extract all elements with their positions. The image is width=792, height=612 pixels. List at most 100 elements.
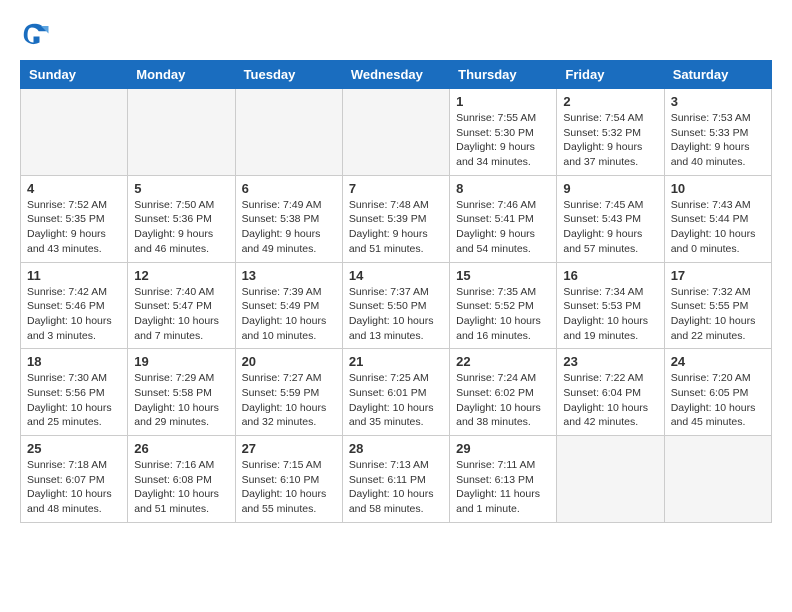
calendar-cell: 16Sunrise: 7:34 AM Sunset: 5:53 PM Dayli… — [557, 262, 664, 349]
day-info: Sunrise: 7:25 AM Sunset: 6:01 PM Dayligh… — [349, 371, 443, 430]
calendar-cell: 7Sunrise: 7:48 AM Sunset: 5:39 PM Daylig… — [342, 175, 449, 262]
day-number: 6 — [242, 181, 336, 196]
day-info: Sunrise: 7:35 AM Sunset: 5:52 PM Dayligh… — [456, 285, 550, 344]
calendar-cell: 14Sunrise: 7:37 AM Sunset: 5:50 PM Dayli… — [342, 262, 449, 349]
calendar-cell: 20 Sunrise: 7:27 AM Sunset: 5:59 PM Dayli… — [235, 349, 342, 436]
header-saturday: Saturday — [664, 61, 771, 89]
calendar-cell: 5Sunrise: 7:50 AM Sunset: 5:36 PM Daylig… — [128, 175, 235, 262]
calendar-cell: 22 Sunrise: 7:24 AM Sunset: 6:02 PM Dayli… — [450, 349, 557, 436]
day-number: 8 — [456, 181, 550, 196]
day-info: Sunrise: 7:42 AM Sunset: 5:46 PM Dayligh… — [27, 285, 121, 344]
day-number: 21 — [349, 354, 443, 369]
day-number: 29 — [456, 441, 550, 456]
calendar-header-row: SundayMondayTuesdayWednesdayThursdayFrid… — [21, 61, 772, 89]
logo-icon — [20, 20, 50, 50]
day-info: Sunrise: 7:18 AM Sunset: 6:07 PM Dayligh… — [27, 458, 121, 517]
day-info: Sunrise: 7:15 AM Sunset: 6:10 PM Dayligh… — [242, 458, 336, 517]
day-number: 7 — [349, 181, 443, 196]
calendar-cell: 6 Sunrise: 7:49 AM Sunset: 5:38 PM Daylig… — [235, 175, 342, 262]
day-info: Sunrise: 7:39 AM Sunset: 5:49 PM Dayligh… — [242, 285, 336, 344]
calendar-cell: 18 Sunrise: 7:30 AM Sunset: 5:56 PM Dayli… — [21, 349, 128, 436]
header-tuesday: Tuesday — [235, 61, 342, 89]
calendar-cell: 17 Sunrise: 7:32 AM Sunset: 5:55 PM Dayli… — [664, 262, 771, 349]
header-wednesday: Wednesday — [342, 61, 449, 89]
day-number: 5 — [134, 181, 228, 196]
calendar-cell: 11Sunrise: 7:42 AM Sunset: 5:46 PM Dayli… — [21, 262, 128, 349]
day-info: Sunrise: 7:24 AM Sunset: 6:02 PM Dayligh… — [456, 371, 550, 430]
day-info: Sunrise: 7:37 AM Sunset: 5:50 PM Dayligh… — [349, 285, 443, 344]
calendar-cell: 29 Sunrise: 7:11 AM Sunset: 6:13 PM Dayli… — [450, 436, 557, 523]
day-info: Sunrise: 7:34 AM Sunset: 5:53 PM Dayligh… — [563, 285, 657, 344]
day-number: 20 — [242, 354, 336, 369]
day-number: 2 — [563, 94, 657, 109]
calendar-cell: 2 Sunrise: 7:54 AM Sunset: 5:32 PM Daylig… — [557, 89, 664, 176]
calendar-cell: 21 Sunrise: 7:25 AM Sunset: 6:01 PM Dayli… — [342, 349, 449, 436]
calendar-week-1: 1 Sunrise: 7:55 AM Sunset: 5:30 PM Daylig… — [21, 89, 772, 176]
day-number: 17 — [671, 268, 765, 283]
day-info: Sunrise: 7:54 AM Sunset: 5:32 PM Dayligh… — [563, 111, 657, 170]
calendar-cell: 15 Sunrise: 7:35 AM Sunset: 5:52 PM Dayli… — [450, 262, 557, 349]
day-number: 12 — [134, 268, 228, 283]
day-number: 4 — [27, 181, 121, 196]
day-info: Sunrise: 7:16 AM Sunset: 6:08 PM Dayligh… — [134, 458, 228, 517]
calendar-cell — [21, 89, 128, 176]
calendar-cell: 3 Sunrise: 7:53 AM Sunset: 5:33 PM Daylig… — [664, 89, 771, 176]
header-friday: Friday — [557, 61, 664, 89]
day-number: 22 — [456, 354, 550, 369]
day-number: 27 — [242, 441, 336, 456]
day-info: Sunrise: 7:29 AM Sunset: 5:58 PM Dayligh… — [134, 371, 228, 430]
day-number: 24 — [671, 354, 765, 369]
calendar-cell: 27 Sunrise: 7:15 AM Sunset: 6:10 PM Dayli… — [235, 436, 342, 523]
day-info: Sunrise: 7:52 AM Sunset: 5:35 PM Dayligh… — [27, 198, 121, 257]
page-header — [20, 20, 772, 50]
day-info: Sunrise: 7:40 AM Sunset: 5:47 PM Dayligh… — [134, 285, 228, 344]
day-info: Sunrise: 7:22 AM Sunset: 6:04 PM Dayligh… — [563, 371, 657, 430]
day-info: Sunrise: 7:32 AM Sunset: 5:55 PM Dayligh… — [671, 285, 765, 344]
calendar-table: SundayMondayTuesdayWednesdayThursdayFrid… — [20, 60, 772, 523]
calendar-cell: 8 Sunrise: 7:46 AM Sunset: 5:41 PM Daylig… — [450, 175, 557, 262]
day-info: Sunrise: 7:55 AM Sunset: 5:30 PM Dayligh… — [456, 111, 550, 170]
day-info: Sunrise: 7:11 AM Sunset: 6:13 PM Dayligh… — [456, 458, 550, 517]
day-info: Sunrise: 7:27 AM Sunset: 5:59 PM Dayligh… — [242, 371, 336, 430]
day-info: Sunrise: 7:45 AM Sunset: 5:43 PM Dayligh… — [563, 198, 657, 257]
calendar-cell: 4 Sunrise: 7:52 AM Sunset: 5:35 PM Daylig… — [21, 175, 128, 262]
calendar-cell: 28 Sunrise: 7:13 AM Sunset: 6:11 PM Dayli… — [342, 436, 449, 523]
day-info: Sunrise: 7:53 AM Sunset: 5:33 PM Dayligh… — [671, 111, 765, 170]
day-info: Sunrise: 7:30 AM Sunset: 5:56 PM Dayligh… — [27, 371, 121, 430]
calendar-cell: 1 Sunrise: 7:55 AM Sunset: 5:30 PM Daylig… — [450, 89, 557, 176]
day-info: Sunrise: 7:20 AM Sunset: 6:05 PM Dayligh… — [671, 371, 765, 430]
calendar-cell — [664, 436, 771, 523]
calendar-week-5: 25 Sunrise: 7:18 AM Sunset: 6:07 PM Dayli… — [21, 436, 772, 523]
calendar-cell: 24 Sunrise: 7:20 AM Sunset: 6:05 PM Dayli… — [664, 349, 771, 436]
day-number: 9 — [563, 181, 657, 196]
calendar-week-2: 4 Sunrise: 7:52 AM Sunset: 5:35 PM Daylig… — [21, 175, 772, 262]
calendar-cell — [128, 89, 235, 176]
calendar-cell: 19 Sunrise: 7:29 AM Sunset: 5:58 PM Dayli… — [128, 349, 235, 436]
day-info: Sunrise: 7:43 AM Sunset: 5:44 PM Dayligh… — [671, 198, 765, 257]
day-number: 26 — [134, 441, 228, 456]
calendar-cell: 10 Sunrise: 7:43 AM Sunset: 5:44 PM Dayli… — [664, 175, 771, 262]
calendar-cell: 23Sunrise: 7:22 AM Sunset: 6:04 PM Dayli… — [557, 349, 664, 436]
day-info: Sunrise: 7:46 AM Sunset: 5:41 PM Dayligh… — [456, 198, 550, 257]
calendar-cell — [235, 89, 342, 176]
calendar-cell: 26 Sunrise: 7:16 AM Sunset: 6:08 PM Dayli… — [128, 436, 235, 523]
day-info: Sunrise: 7:49 AM Sunset: 5:38 PM Dayligh… — [242, 198, 336, 257]
day-number: 25 — [27, 441, 121, 456]
calendar-cell — [342, 89, 449, 176]
calendar-cell: 13 Sunrise: 7:39 AM Sunset: 5:49 PM Dayli… — [235, 262, 342, 349]
calendar-cell: 12 Sunrise: 7:40 AM Sunset: 5:47 PM Dayli… — [128, 262, 235, 349]
logo — [20, 20, 54, 50]
day-number: 3 — [671, 94, 765, 109]
day-number: 15 — [456, 268, 550, 283]
calendar-cell: 9 Sunrise: 7:45 AM Sunset: 5:43 PM Daylig… — [557, 175, 664, 262]
day-number: 1 — [456, 94, 550, 109]
header-sunday: Sunday — [21, 61, 128, 89]
day-number: 10 — [671, 181, 765, 196]
day-number: 19 — [134, 354, 228, 369]
day-number: 13 — [242, 268, 336, 283]
calendar-week-4: 18 Sunrise: 7:30 AM Sunset: 5:56 PM Dayli… — [21, 349, 772, 436]
day-number: 18 — [27, 354, 121, 369]
header-thursday: Thursday — [450, 61, 557, 89]
day-info: Sunrise: 7:13 AM Sunset: 6:11 PM Dayligh… — [349, 458, 443, 517]
day-number: 28 — [349, 441, 443, 456]
